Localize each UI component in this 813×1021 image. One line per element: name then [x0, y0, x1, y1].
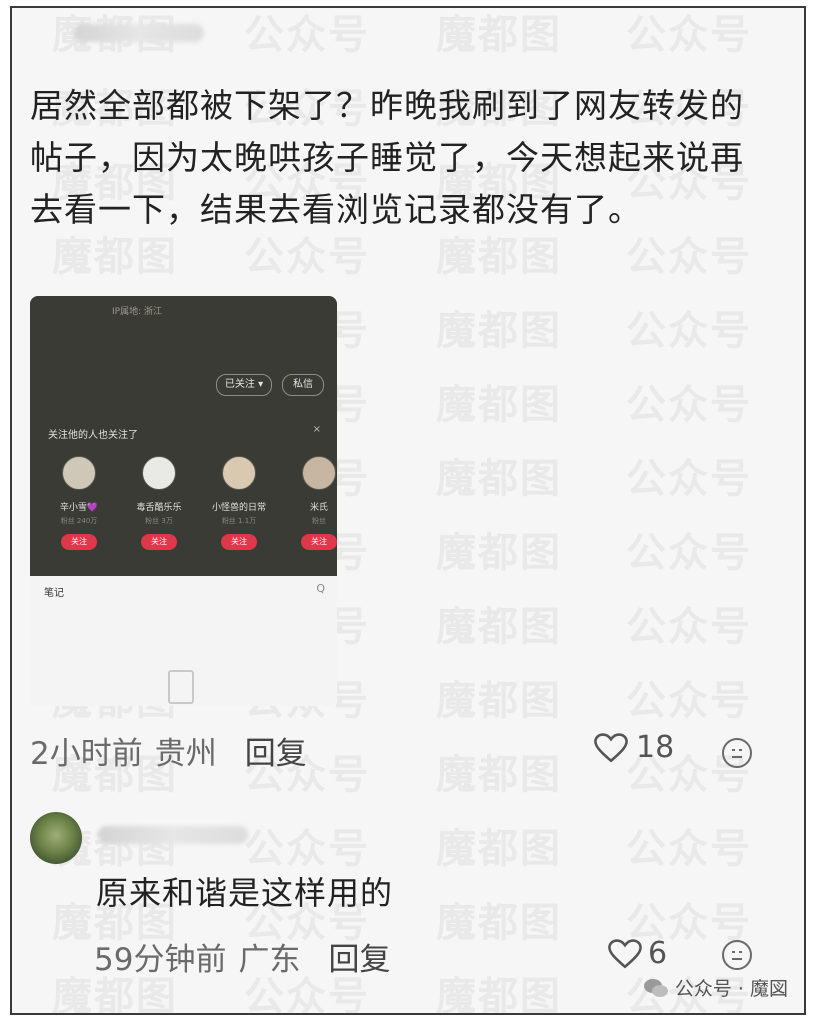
profile-header: IP属地: 浙江 已关注 ▾ 私信 关注他的人也关注了 × 辛小雪💜 粉丝 24… — [30, 296, 337, 576]
tab-notes[interactable]: 笔记 — [44, 584, 64, 599]
like-button[interactable]: 6 — [608, 936, 667, 971]
watermark-text: 魔都图 — [436, 456, 562, 502]
watermark-text: 公众号 — [626, 826, 752, 872]
watermark-text: 公众号 — [626, 12, 752, 58]
watermark-text: 魔都图 — [436, 678, 562, 724]
watermark-text: 公众号 — [626, 456, 752, 502]
watermark-text: 魔都图 — [436, 974, 562, 1015]
comment-meta: 59分钟前 广东 回复 — [94, 934, 390, 979]
suggested-user-card[interactable]: 毒舌酷乐乐 粉丝 3万 关注 — [124, 456, 194, 550]
watermark-text: 公众号 — [244, 12, 370, 58]
user-name: 米氏 — [309, 503, 328, 513]
follow-button[interactable]: 关注 — [61, 534, 97, 550]
watermark-text: 魔都图 — [436, 308, 562, 354]
empty-document-icon — [168, 670, 194, 704]
ip-location-text: IP属地: 浙江 — [112, 307, 162, 317]
search-icon[interactable]: Q — [316, 582, 325, 595]
blurred-username — [98, 826, 248, 844]
follow-button[interactable]: 关注 — [301, 534, 337, 550]
suggested-user-card[interactable]: 小怪兽的日常 粉丝 1.1万 关注 — [204, 456, 274, 550]
message-button[interactable]: 私信 — [282, 374, 324, 396]
watermark-text: 魔都图 — [436, 604, 562, 650]
wechat-icon — [643, 978, 668, 997]
watermark-text: 魔都图 — [436, 382, 562, 428]
like-count: 18 — [636, 730, 675, 765]
watermark-text: 魔都图 — [436, 826, 562, 872]
reply-button[interactable]: 回复 — [245, 728, 307, 773]
avatar — [302, 456, 336, 490]
user-name: 毒舌酷乐乐 — [136, 503, 182, 513]
watermark-text: 魔都图 — [436, 530, 562, 576]
heart-icon — [608, 938, 642, 968]
wechat-watermark: 公众号 · 魔図 — [643, 974, 788, 1001]
following-button[interactable]: 已关注 ▾ — [216, 374, 272, 396]
user-followers: 粉丝 — [312, 517, 326, 525]
watermark-text: 魔都图 — [436, 752, 562, 798]
follow-button[interactable]: 关注 — [221, 534, 257, 550]
watermark-text: 公众号 — [626, 382, 752, 428]
user-name: 小怪兽的日常 — [211, 503, 266, 513]
comment-meta: 2小时前 贵州 回复 — [30, 728, 307, 773]
notes-section: 笔记 Q — [30, 576, 337, 706]
reply-button[interactable]: 回复 — [328, 934, 390, 979]
follow-button[interactable]: 关注 — [141, 534, 177, 550]
watermark-text: 公众号 — [626, 678, 752, 724]
avatar — [62, 456, 96, 490]
comment-thread: 魔都图公众号魔都图公众号魔都图公众号魔都图公众号魔都图公众号魔都图公众号魔都图公… — [10, 6, 806, 1015]
blurred-username — [74, 24, 204, 42]
dislike-face-icon[interactable] — [722, 940, 752, 970]
also-followed-title: 关注他的人也关注了 — [48, 430, 138, 441]
watermark-text: 公众号 — [244, 826, 370, 872]
like-button[interactable]: 18 — [594, 730, 674, 765]
wechat-watermark-text: 公众号 · 魔図 — [674, 978, 788, 1000]
close-icon[interactable]: × — [313, 424, 321, 435]
avatar[interactable] — [30, 812, 82, 864]
suggested-user-card[interactable]: 辛小雪💜 粉丝 240万 关注 — [44, 456, 114, 550]
watermark-text: 魔都图 — [436, 900, 562, 946]
comment-location: 贵州 — [154, 735, 217, 772]
comment-location: 广东 — [238, 941, 301, 978]
heart-icon — [594, 732, 628, 762]
watermark-text: 公众号 — [626, 530, 752, 576]
like-count: 6 — [648, 936, 668, 971]
watermark-text: 公众号 — [626, 308, 752, 354]
dislike-face-icon[interactable] — [722, 738, 752, 768]
comment-time: 2小时前 — [30, 735, 143, 772]
avatar — [222, 456, 256, 490]
user-followers: 粉丝 1.1万 — [221, 517, 257, 525]
watermark-text: 公众号 — [626, 604, 752, 650]
suggested-user-card[interactable]: 米氏 粉丝 关注 — [284, 456, 337, 550]
comment-text: 居然全部都被下架了？昨晚我刷到了网友转发的帖子，因为太晚哄孩子睡觉了，今天想起来… — [30, 86, 744, 229]
comment-text: 原来和谐是这样用的 — [96, 874, 394, 912]
user-followers: 粉丝 240万 — [60, 517, 98, 525]
attached-screenshot[interactable]: IP属地: 浙江 已关注 ▾ 私信 关注他的人也关注了 × 辛小雪💜 粉丝 24… — [30, 296, 337, 706]
comment-time: 59分钟前 — [94, 941, 227, 978]
user-name: 辛小雪💜 — [59, 503, 99, 513]
avatar — [142, 456, 176, 490]
watermark-text: 魔都图 — [436, 12, 562, 58]
user-followers: 粉丝 3万 — [145, 517, 173, 525]
